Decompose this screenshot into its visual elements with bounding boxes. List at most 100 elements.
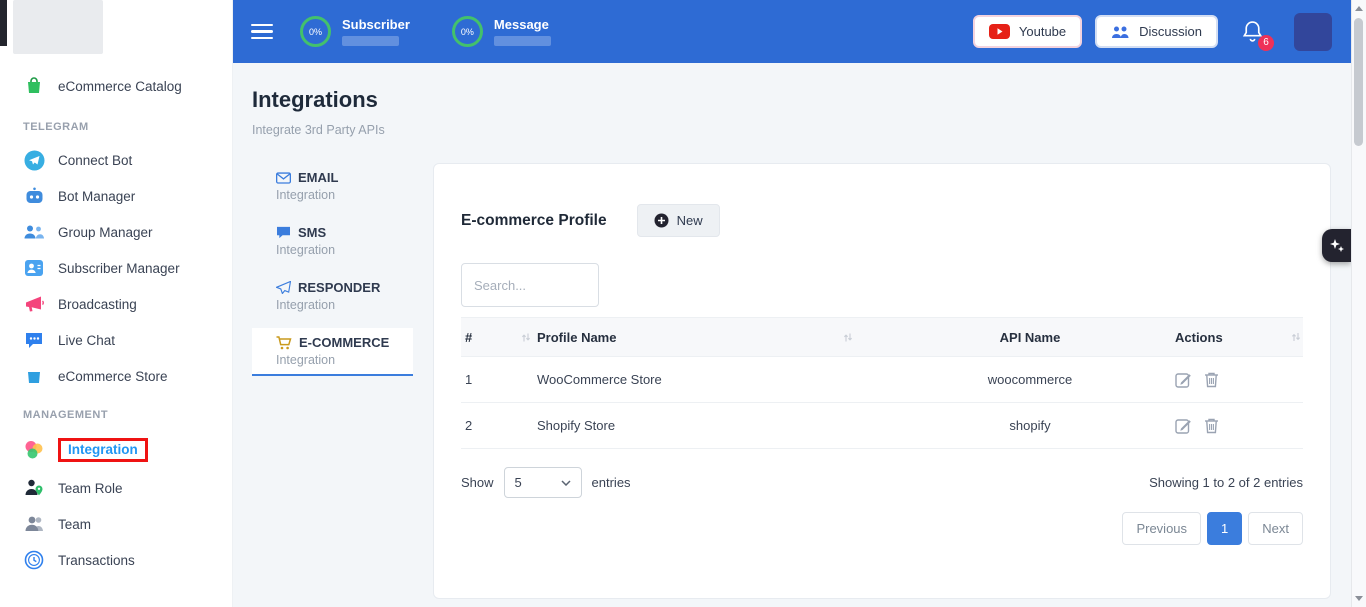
sidebar-item-label: eCommerce Catalog bbox=[58, 79, 182, 94]
subscriber-progress-bar bbox=[342, 36, 399, 46]
page-size-value: 5 bbox=[515, 475, 522, 490]
sidebar-item-team[interactable]: Team bbox=[0, 506, 232, 542]
sort-icon bbox=[843, 332, 853, 343]
delete-button[interactable] bbox=[1204, 371, 1219, 388]
tab-title: EMAIL bbox=[298, 170, 338, 185]
delete-button[interactable] bbox=[1204, 417, 1219, 434]
highlight-box: Integration bbox=[58, 438, 148, 462]
youtube-icon bbox=[989, 24, 1010, 39]
people-group-icon bbox=[23, 221, 45, 243]
sidebar-item-integration[interactable]: Integration bbox=[0, 430, 232, 470]
chat-bubble-icon bbox=[23, 329, 45, 351]
sidebar-item-team-role[interactable]: Team Role bbox=[0, 470, 232, 506]
new-profile-button[interactable]: New bbox=[637, 204, 720, 237]
blue-bag-icon bbox=[23, 365, 45, 387]
edit-button[interactable] bbox=[1175, 371, 1192, 388]
cell-num: 2 bbox=[465, 418, 472, 433]
cell-profile-name: Shopify Store bbox=[537, 418, 615, 433]
green-bag-icon bbox=[23, 75, 45, 97]
sidebar-item-label: Live Chat bbox=[58, 333, 115, 348]
clock-transactions-icon bbox=[23, 549, 45, 571]
integration-submenu: EMAIL Integration SMS Integration bbox=[252, 163, 413, 385]
sidebar-item-ecommerce-catalog[interactable]: eCommerce Catalog bbox=[0, 68, 232, 104]
table-row: 2 Shopify Store shopify bbox=[461, 403, 1303, 449]
subscriber-stat-label: Subscriber bbox=[342, 17, 410, 32]
logo-placeholder bbox=[13, 0, 103, 54]
sidebar-item-subscriber-manager[interactable]: Subscriber Manager bbox=[0, 250, 232, 286]
cell-api-name: shopify bbox=[1009, 418, 1050, 433]
sidebar-item-live-chat[interactable]: Live Chat bbox=[0, 322, 232, 358]
search-input[interactable] bbox=[461, 263, 599, 307]
header-actions[interactable]: Actions bbox=[1175, 330, 1303, 345]
tab-responder-integration[interactable]: RESPONDER Integration bbox=[252, 273, 413, 319]
main-content: Integrations Integrate 3rd Party APIs EM… bbox=[233, 63, 1351, 607]
discussion-people-icon bbox=[1111, 25, 1130, 39]
header-num[interactable]: # bbox=[461, 330, 537, 345]
sidebar-item-connect-bot[interactable]: Connect Bot bbox=[0, 142, 232, 178]
youtube-button[interactable]: Youtube bbox=[973, 15, 1082, 48]
tab-email-integration[interactable]: EMAIL Integration bbox=[252, 163, 413, 209]
tab-title: SMS bbox=[298, 225, 326, 240]
header-api-name[interactable]: API Name bbox=[885, 330, 1175, 345]
scrollbar-thumb[interactable] bbox=[1354, 18, 1363, 146]
sidebar-item-label: Integration bbox=[68, 442, 138, 457]
app-window: eCommerce Catalog TELEGRAM Connect Bot B… bbox=[0, 0, 1366, 607]
paper-plane-icon bbox=[276, 281, 291, 294]
scrollbar bbox=[1351, 0, 1366, 607]
notifications-bell[interactable]: 6 bbox=[1242, 20, 1264, 44]
cart-icon bbox=[276, 336, 292, 350]
sidebar-item-label: Transactions bbox=[58, 553, 135, 568]
sidebar-item-bot-manager[interactable]: Bot Manager bbox=[0, 178, 232, 214]
showing-entries-text: Showing 1 to 2 of 2 entries bbox=[1149, 475, 1303, 490]
profile-avatar[interactable] bbox=[1294, 13, 1332, 51]
sidebar-item-label: Bot Manager bbox=[58, 189, 135, 204]
sms-bubble-icon bbox=[276, 226, 291, 239]
message-stat: 0% Message bbox=[452, 16, 551, 47]
discussion-button-label: Discussion bbox=[1139, 24, 1202, 39]
subscriber-card-icon bbox=[23, 257, 45, 279]
team-people-icon bbox=[23, 513, 45, 535]
edit-button[interactable] bbox=[1175, 417, 1192, 434]
next-page-button[interactable]: Next bbox=[1248, 512, 1303, 545]
megaphone-icon bbox=[23, 293, 45, 315]
sort-icon bbox=[521, 332, 531, 343]
previous-page-button[interactable]: Previous bbox=[1122, 512, 1201, 545]
cell-num: 1 bbox=[465, 372, 472, 387]
new-button-label: New bbox=[677, 213, 703, 228]
envelope-icon bbox=[276, 172, 291, 184]
telegram-icon bbox=[23, 149, 45, 171]
chevron-down-icon bbox=[561, 480, 571, 486]
person-pin-icon bbox=[23, 477, 45, 499]
sidebar-item-label: eCommerce Store bbox=[58, 369, 168, 384]
tab-subtitle: Integration bbox=[276, 353, 413, 367]
plus-circle-icon bbox=[654, 213, 669, 228]
sidebar-section-management: MANAGEMENT bbox=[0, 394, 232, 430]
tab-sms-integration[interactable]: SMS Integration bbox=[252, 218, 413, 264]
scrollbar-down-arrow[interactable] bbox=[1352, 591, 1366, 606]
cell-api-name: woocommerce bbox=[988, 372, 1073, 387]
show-label: Show bbox=[461, 475, 494, 490]
sidebar-item-broadcasting[interactable]: Broadcasting bbox=[0, 286, 232, 322]
tab-subtitle: Integration bbox=[276, 298, 413, 312]
subscriber-stat: 0% Subscriber bbox=[300, 16, 410, 47]
sidebar-item-label: Team Role bbox=[58, 481, 123, 496]
sidebar-item-label: Group Manager bbox=[58, 225, 153, 240]
tab-subtitle: Integration bbox=[276, 243, 413, 257]
sparkle-icon bbox=[1329, 238, 1345, 254]
notification-count-badge: 6 bbox=[1258, 35, 1274, 51]
page-1-button[interactable]: 1 bbox=[1207, 512, 1242, 545]
integration-circles-icon bbox=[23, 439, 45, 461]
hamburger-menu-icon[interactable] bbox=[251, 20, 273, 44]
header-profile-name[interactable]: Profile Name bbox=[537, 330, 885, 345]
page-size-select[interactable]: 5 bbox=[504, 467, 582, 498]
sidebar-item-transactions[interactable]: Transactions bbox=[0, 542, 232, 578]
message-progress-ring: 0% bbox=[452, 16, 483, 47]
discussion-button[interactable]: Discussion bbox=[1095, 15, 1218, 48]
topbar: 0% Subscriber 0% Message Youtube bbox=[233, 0, 1351, 63]
sidebar-item-group-manager[interactable]: Group Manager bbox=[0, 214, 232, 250]
scrollbar-up-arrow[interactable] bbox=[1352, 1, 1366, 16]
sidebar-item-ecommerce-store[interactable]: eCommerce Store bbox=[0, 358, 232, 394]
sidebar-item-label: Team bbox=[58, 517, 91, 532]
tab-ecommerce-integration[interactable]: E-COMMERCE Integration bbox=[252, 328, 413, 376]
assistant-fab[interactable] bbox=[1322, 229, 1351, 262]
